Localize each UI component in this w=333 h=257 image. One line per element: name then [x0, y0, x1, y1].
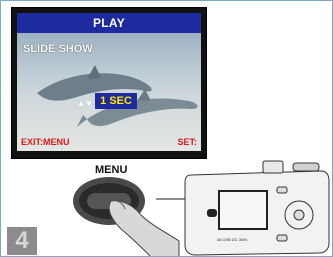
lcd-screen: PLAY SLIDE SHOW ▲▼ 1 SEC EXIT:MENU SET: — [17, 13, 201, 151]
set-hint: SET: — [177, 137, 197, 147]
up-down-arrow-icon: ▲▼ — [77, 99, 93, 108]
slide-show-label: SLIDE SHOW — [23, 43, 93, 55]
exit-hint: EXIT:MENU — [21, 137, 70, 147]
instruction-panel: PLAY SLIDE SHOW ▲▼ 1 SEC EXIT:MENU SET: … — [0, 0, 333, 257]
screen-title: PLAY — [17, 13, 201, 33]
menu-button-with-hand — [73, 177, 180, 256]
camera-back-illustration: 48 USB DC 30IN — [184, 160, 330, 256]
lcd-screen-frame: PLAY SLIDE SHOW ▲▼ 1 SEC EXIT:MENU SET: — [11, 7, 207, 159]
interval-value: 1 SEC — [95, 93, 137, 109]
camera-label: 48 USB DC 30IN — [217, 237, 247, 242]
step-number-badge: 4 — [7, 227, 37, 255]
